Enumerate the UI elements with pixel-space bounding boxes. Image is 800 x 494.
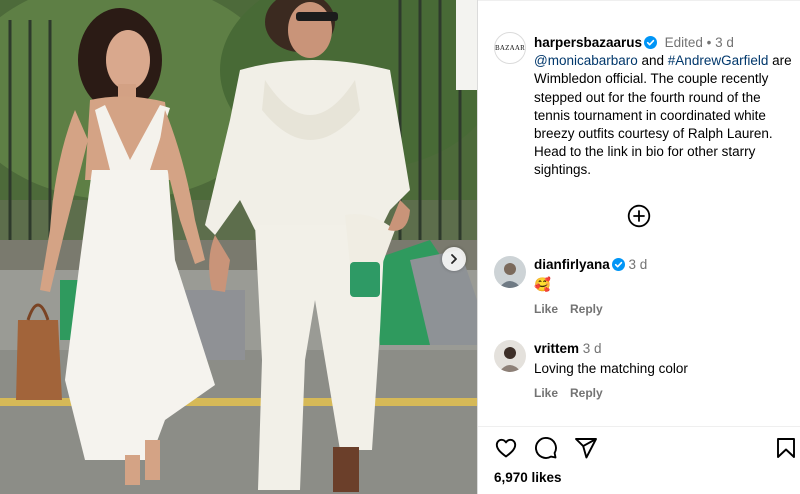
like-comment-button[interactable]: Like [534, 386, 558, 400]
add-circle-icon [627, 204, 651, 228]
comment-item: dianfirlyana 3 d 🥰 Like Reply [494, 256, 794, 322]
avatar-image [494, 340, 526, 372]
caption-and: and [637, 53, 668, 69]
likes-count[interactable]: 6,970 likes [494, 470, 562, 485]
comment-time[interactable]: 3 d [583, 341, 602, 356]
edited-label: Edited [664, 35, 703, 50]
like-button[interactable] [494, 436, 518, 460]
comment-username[interactable]: vrittem [534, 341, 579, 356]
comment-text: 🥰 [534, 277, 551, 292]
actions-divider [478, 426, 800, 427]
load-more-comments-button[interactable] [627, 204, 651, 228]
post-action-bar [494, 436, 798, 462]
share-button[interactable] [574, 436, 598, 460]
post-photo[interactable] [0, 0, 477, 494]
comment-button[interactable] [534, 436, 558, 460]
avatar[interactable] [494, 256, 526, 288]
hashtag-link[interactable]: #AndrewGarfield [668, 53, 769, 68]
caption-time[interactable]: 3 d [715, 35, 734, 50]
avatar-image [494, 256, 526, 288]
comment-username[interactable]: dianfirlyana [534, 257, 610, 272]
header-divider [478, 0, 800, 1]
verified-badge-icon [644, 36, 658, 49]
post-image [0, 0, 477, 494]
caption-text: harpersbazaarus Edited • 3 d @monicabarb… [534, 34, 792, 180]
reply-button[interactable]: Reply [570, 302, 603, 316]
share-icon [575, 438, 597, 459]
next-photo-button[interactable] [442, 247, 466, 271]
reply-button[interactable]: Reply [570, 386, 603, 400]
separator-dot: • [706, 35, 712, 50]
comment-time[interactable]: 3 d [629, 257, 648, 272]
save-button[interactable] [774, 436, 798, 460]
bookmark-icon [777, 438, 795, 458]
mention-link[interactable]: @monicabarbaro [534, 53, 638, 68]
caption-body: are Wimbledon official. The couple recen… [534, 53, 792, 178]
post-side-panel: BAZAAR harpersbazaarus Edited • 3 d @mon… [478, 0, 800, 494]
avatar[interactable] [494, 340, 526, 372]
comment-item: vrittem 3 d Loving the matching color Li… [494, 340, 794, 406]
heart-icon [495, 438, 517, 458]
like-comment-button[interactable]: Like [534, 302, 558, 316]
comment-icon [535, 437, 557, 459]
avatar-logo-text: BAZAAR [495, 44, 525, 52]
comment-text: Loving the matching color [534, 361, 688, 376]
chevron-right-icon [451, 254, 457, 264]
caption-username[interactable]: harpersbazaarus [534, 35, 642, 50]
verified-badge-icon [611, 258, 625, 271]
avatar[interactable]: BAZAAR [494, 32, 526, 64]
